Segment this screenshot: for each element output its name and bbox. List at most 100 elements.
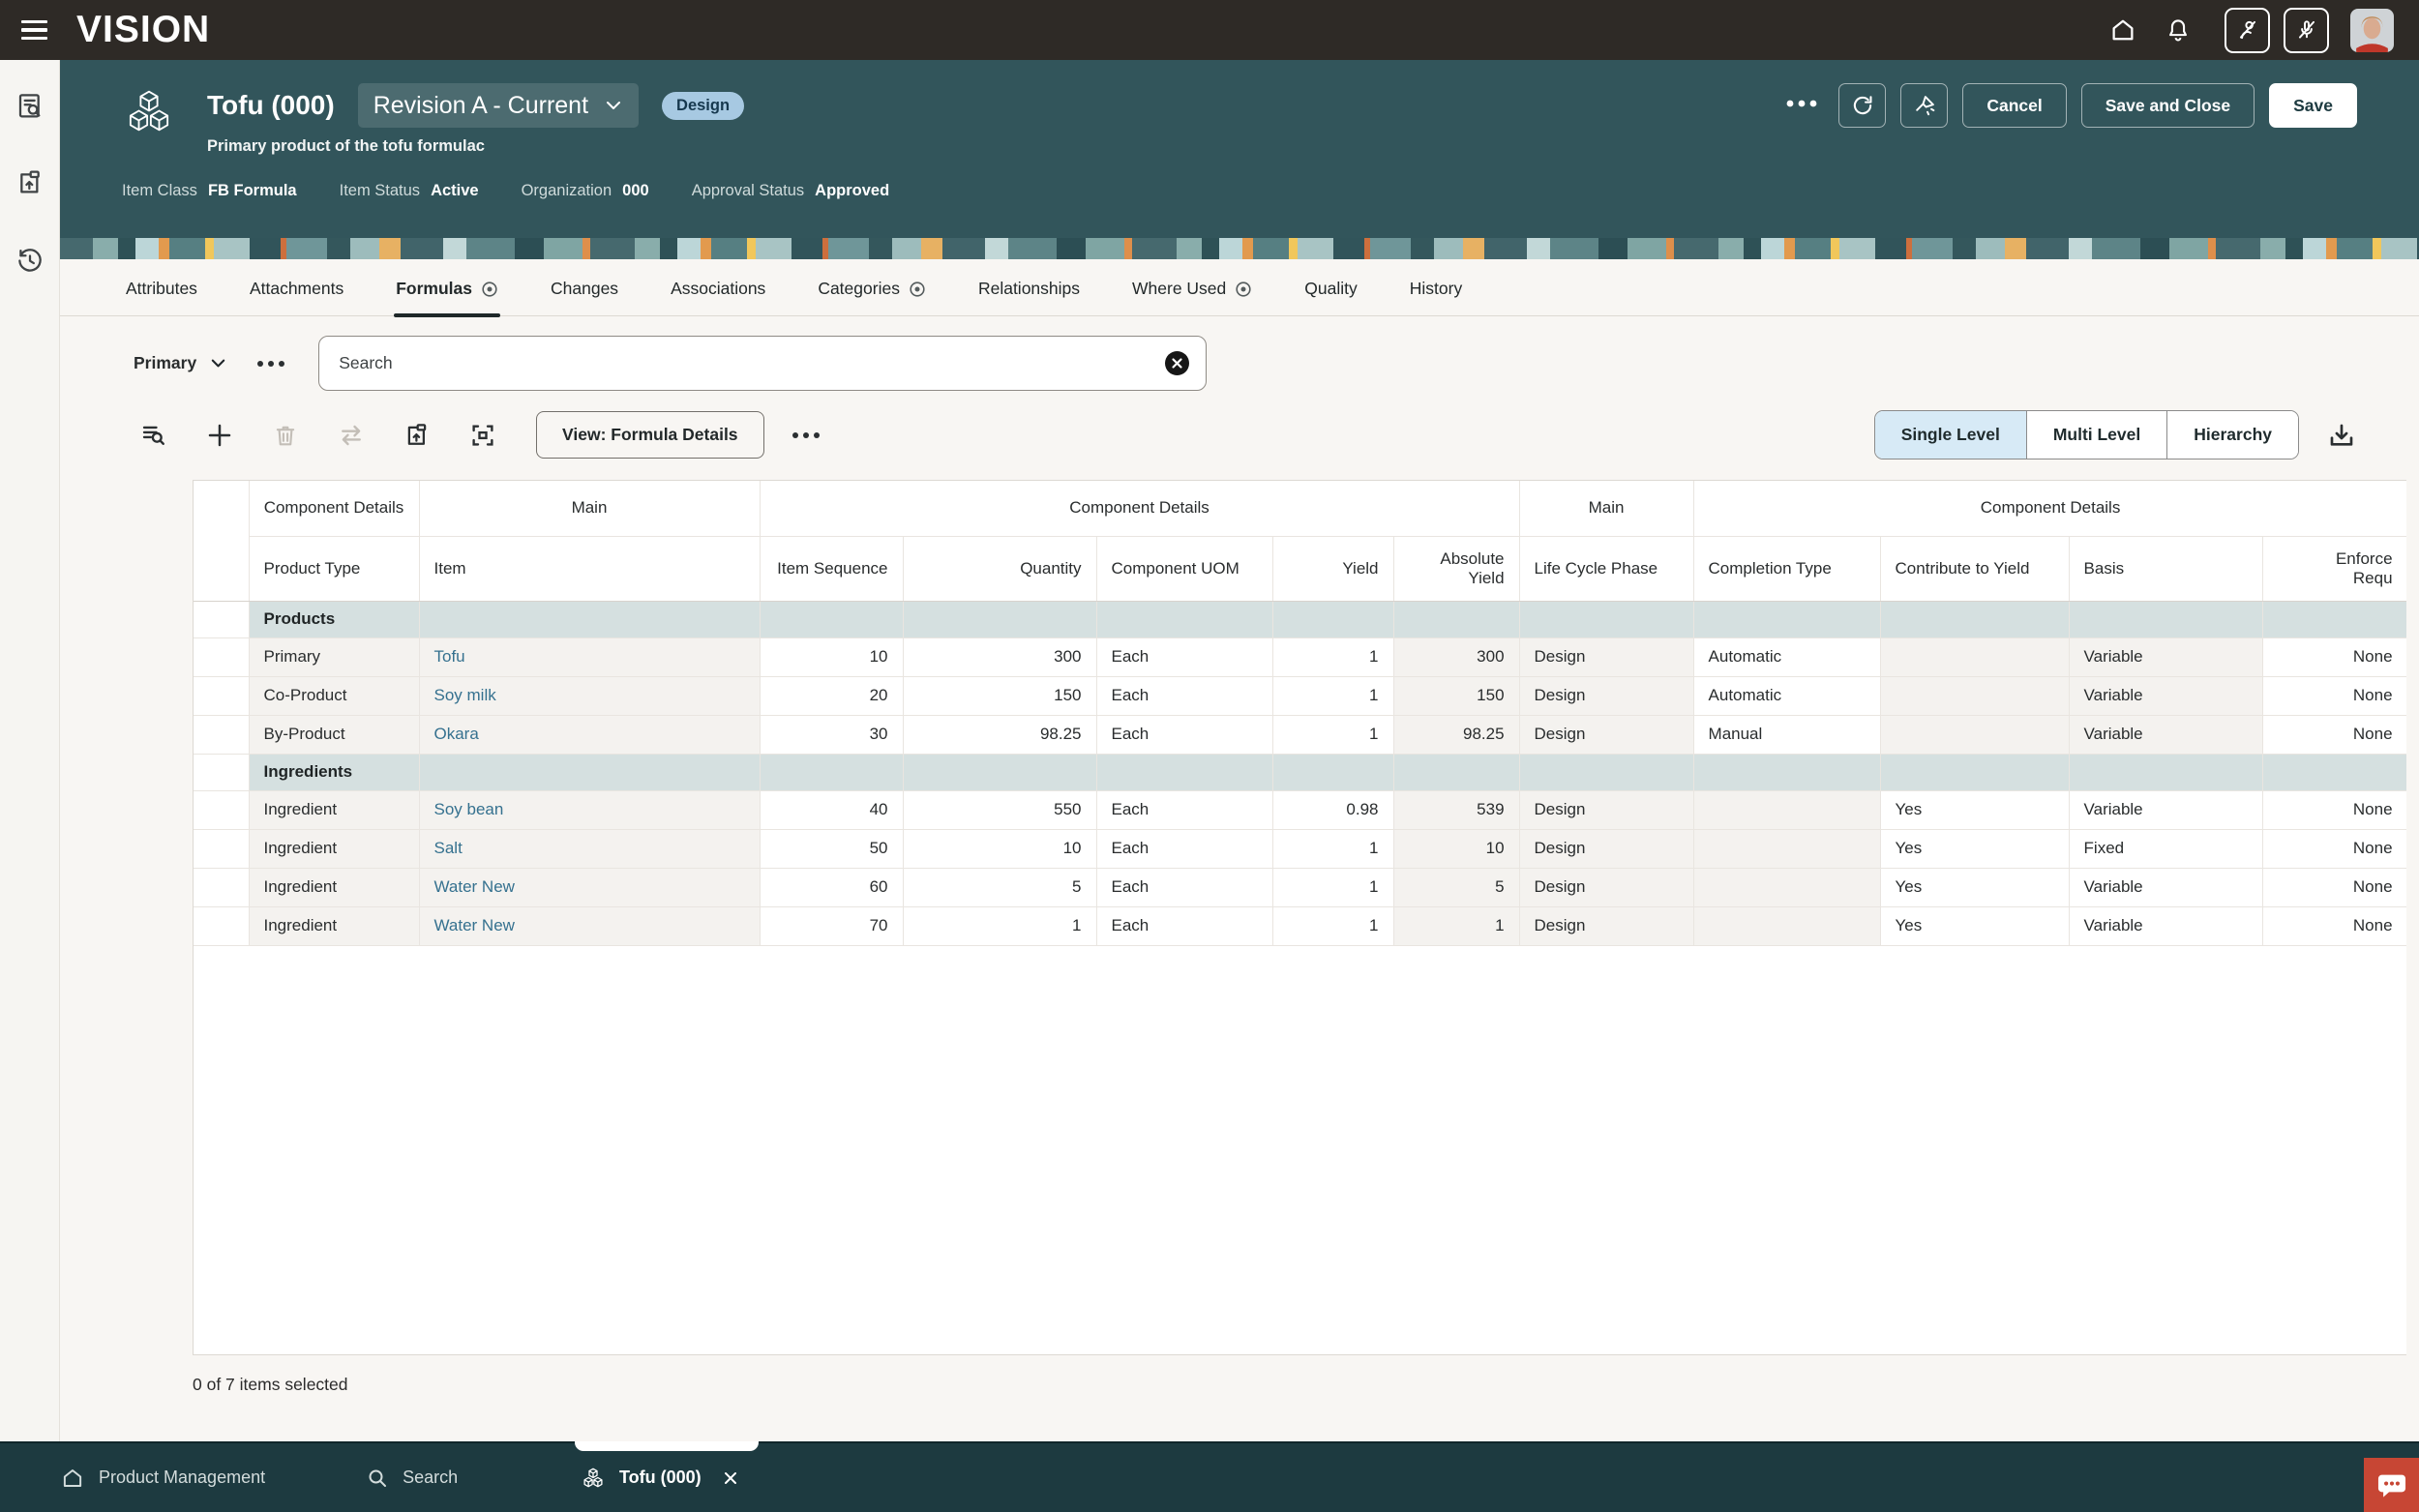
- level-toggle-hierarchy[interactable]: Hierarchy: [2166, 411, 2298, 459]
- item-link[interactable]: Soy milk: [434, 686, 496, 704]
- table-row[interactable]: PrimaryTofu10300Each1300DesignAutomaticV…: [194, 637, 2406, 676]
- column-header-label: Life Cycle Phase: [1535, 559, 1658, 578]
- group-row-products: Products: [194, 601, 2406, 637]
- hamburger-menu-icon[interactable]: [21, 20, 47, 41]
- query-by-example-button[interactable]: [134, 415, 174, 456]
- table-row[interactable]: IngredientWater New605Each15DesignYesVar…: [194, 868, 2406, 906]
- column-header-life-cycle-phase[interactable]: Life Cycle Phase: [1519, 536, 1693, 601]
- user-slash-icon-button[interactable]: [2225, 8, 2270, 53]
- column-header-absolute-yield[interactable]: Absolute Yield: [1393, 536, 1519, 601]
- tab-history[interactable]: History: [1408, 267, 1464, 315]
- column-header-item-sequence[interactable]: Item Sequence: [760, 536, 903, 601]
- column-header-yield[interactable]: Yield: [1272, 536, 1393, 601]
- table-row[interactable]: IngredientSalt5010Each110DesignYesFixedN…: [194, 829, 2406, 868]
- save-and-close-button[interactable]: Save and Close: [2081, 83, 2255, 128]
- delete-row-button[interactable]: [265, 415, 306, 456]
- formula-scope-dropdown[interactable]: Primary: [134, 353, 227, 373]
- meta-label: Item Status: [340, 182, 420, 200]
- save-button[interactable]: Save: [2269, 83, 2357, 128]
- search-clear-button[interactable]: [1164, 350, 1190, 376]
- tab-attachments[interactable]: Attachments: [248, 267, 345, 315]
- item-link[interactable]: Soy bean: [434, 800, 504, 818]
- column-header-basis[interactable]: Basis: [2069, 536, 2262, 601]
- level-toggle-multi-level[interactable]: Multi Level: [2026, 411, 2166, 459]
- tab-quality[interactable]: Quality: [1302, 267, 1359, 315]
- cell-absolute-yield: 10: [1393, 829, 1519, 868]
- feedback-chat-button[interactable]: [2364, 1458, 2419, 1512]
- notifications-bell-icon[interactable]: [2165, 16, 2192, 44]
- item-link[interactable]: Okara: [434, 725, 479, 743]
- tab-close-icon[interactable]: [721, 1468, 740, 1488]
- item-link[interactable]: Salt: [434, 839, 463, 857]
- column-header-completion-type[interactable]: Completion Type: [1693, 536, 1880, 601]
- item-search-icon[interactable]: [14, 89, 46, 122]
- user-avatar[interactable]: [2350, 9, 2394, 52]
- column-header-product-type[interactable]: Product Type: [249, 536, 419, 601]
- mic-slash-icon-button[interactable]: [2284, 8, 2329, 53]
- row-select-cell[interactable]: [194, 676, 249, 715]
- table-row[interactable]: By-ProductOkara3098.25Each198.25DesignMa…: [194, 715, 2406, 754]
- tab-changes[interactable]: Changes: [549, 267, 620, 315]
- history-icon[interactable]: [14, 244, 46, 277]
- row-select-cell[interactable]: [194, 790, 249, 829]
- tab-associations[interactable]: Associations: [669, 267, 767, 315]
- home-icon[interactable]: [2108, 15, 2137, 44]
- cell-component-uom: Each: [1096, 715, 1272, 754]
- group-cell: [1272, 601, 1393, 637]
- row-select-cell[interactable]: [194, 868, 249, 906]
- view-formula-details-button[interactable]: View: Formula Details: [536, 411, 764, 459]
- row-select-cell[interactable]: [194, 601, 249, 637]
- tab-formulas[interactable]: Formulas: [394, 267, 500, 315]
- tab-categories[interactable]: Categories: [816, 267, 928, 315]
- column-header-contribute-to-yield[interactable]: Contribute to Yield: [1880, 536, 2069, 601]
- table-row[interactable]: Co-ProductSoy milk20150Each1150DesignAut…: [194, 676, 2406, 715]
- tab-relationships[interactable]: Relationships: [976, 267, 1082, 315]
- table-row[interactable]: IngredientSoy bean40550Each0.98539Design…: [194, 790, 2406, 829]
- taskbar-search-button[interactable]: Search: [366, 1467, 458, 1490]
- column-header-component-uom[interactable]: Component UOM: [1096, 536, 1272, 601]
- row-select-cell[interactable]: [194, 906, 249, 945]
- tab-label: History: [1410, 279, 1462, 299]
- row-select-cell[interactable]: [194, 715, 249, 754]
- group-cell: [419, 601, 760, 637]
- search-input[interactable]: [339, 353, 1164, 373]
- add-row-button[interactable]: [199, 415, 240, 456]
- header-overflow-menu[interactable]: [1785, 97, 1818, 114]
- tab-where-used[interactable]: Where Used: [1130, 267, 1254, 315]
- flashlight-button[interactable]: [1900, 83, 1948, 128]
- table-row[interactable]: IngredientWater New701Each11DesignYesVar…: [194, 906, 2406, 945]
- cell-completion-type: Manual: [1693, 715, 1880, 754]
- paste-from-clipboard-button[interactable]: [397, 415, 437, 456]
- expand-view-button[interactable]: [463, 415, 503, 456]
- column-header-quantity[interactable]: Quantity: [903, 536, 1096, 601]
- clipboard-upload-icon[interactable]: [14, 166, 46, 199]
- formula-overflow-menu[interactable]: [256, 359, 285, 369]
- cell-quantity: 5: [903, 868, 1096, 906]
- revision-selector[interactable]: Revision A - Current: [358, 83, 639, 128]
- column-header-enforce-requ[interactable]: Enforce Requ: [2262, 536, 2406, 601]
- grid-overflow-menu[interactable]: [786, 415, 826, 456]
- row-select-cell[interactable]: [194, 637, 249, 676]
- replace-item-button[interactable]: [331, 415, 372, 456]
- cell-quantity: 550: [903, 790, 1096, 829]
- row-select-cell[interactable]: [194, 829, 249, 868]
- cell-enforce-requ: None: [2262, 829, 2406, 868]
- row-select-cell[interactable]: [194, 754, 249, 790]
- product-cubes-icon: [581, 1467, 606, 1489]
- group-cell: [1693, 601, 1880, 637]
- tab-attributes[interactable]: Attributes: [124, 267, 199, 315]
- cell-item-sequence: 50: [760, 829, 903, 868]
- item-link[interactable]: Water New: [434, 877, 515, 896]
- column-group-label: Component Details: [1981, 498, 2121, 517]
- item-link[interactable]: Tofu: [434, 647, 465, 666]
- taskbar-home-button[interactable]: Product Management: [60, 1466, 265, 1491]
- group-cell: [1519, 754, 1693, 790]
- column-header-item[interactable]: Item: [419, 536, 760, 601]
- taskbar-open-tab[interactable]: Tofu (000): [581, 1443, 740, 1512]
- cell-component-uom: Each: [1096, 868, 1272, 906]
- level-toggle-single-level[interactable]: Single Level: [1875, 411, 2026, 459]
- refresh-button[interactable]: [1838, 83, 1886, 128]
- download-button[interactable]: [2326, 420, 2357, 451]
- item-link[interactable]: Water New: [434, 916, 515, 934]
- cancel-button[interactable]: Cancel: [1962, 83, 2066, 128]
